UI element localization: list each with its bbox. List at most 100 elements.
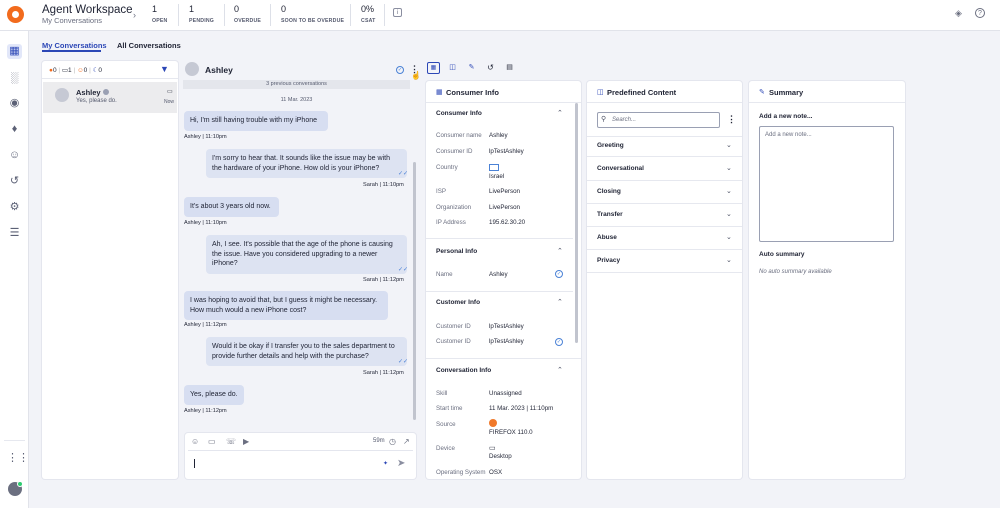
chevron-down-icon[interactable]: ⌄ — [726, 164, 732, 172]
message-bubble: I'm sorry to hear that. It sounds like t… — [206, 149, 407, 178]
consumer-info-widget-icon[interactable]: ▦ — [427, 62, 440, 74]
chat-avatar — [185, 62, 199, 76]
video-icon[interactable]: ▶ — [243, 437, 249, 446]
message-meta: Ashley | 11:12pm — [184, 408, 227, 414]
award-icon[interactable]: ◉ — [7, 96, 22, 111]
top-header: Agent Workspace My Conversations › 1 OPEN… — [0, 0, 1000, 31]
spellcheck-icon[interactable]: ✦ — [383, 460, 388, 467]
predefined-search-input[interactable]: ⚲ Search... — [597, 112, 720, 128]
tag-icon[interactable]: ♦ — [7, 122, 22, 137]
verified-icon: ✓ — [555, 338, 563, 346]
history-widget-icon[interactable]: ↺ — [484, 62, 497, 74]
analytics-icon[interactable]: ░ — [7, 71, 22, 86]
chevron-down-icon[interactable]: ⌄ — [726, 256, 732, 264]
chevron-down-icon[interactable]: ⌄ — [726, 233, 732, 241]
stat-open[interactable]: 1 OPEN — [152, 4, 168, 28]
collapse-icon[interactable]: ⌃ — [557, 298, 563, 306]
chevron-down-icon[interactable]: ⌄ — [726, 210, 732, 218]
collapse-icon[interactable]: ⌃ — [557, 247, 563, 255]
offline-icon — [103, 89, 109, 95]
sliders-icon[interactable]: ☰ — [7, 226, 22, 241]
user-circle-icon[interactable]: ☺ — [7, 148, 22, 163]
layers-icon[interactable]: ◈ — [953, 8, 964, 19]
info-scrollbar[interactable] — [575, 103, 578, 343]
send-icon[interactable]: ➤ — [397, 458, 405, 469]
verified-icon: ✓ — [396, 66, 404, 74]
phone-icon[interactable]: ☏ — [226, 437, 236, 446]
delivered-icon: ✓✓ — [398, 359, 409, 365]
stat-overdue[interactable]: 0 OVERDUE — [234, 4, 261, 28]
stat-csat[interactable]: 0% CSAT — [361, 4, 376, 28]
message-meta: Ashley | 11:10pm — [184, 220, 227, 226]
message-meta: Ashley | 11:12pm — [184, 322, 227, 328]
note-textarea[interactable]: Add a new note... — [759, 126, 894, 242]
delivered-icon: ✓✓ — [398, 171, 409, 177]
message-bubble: Yes, please do. — [184, 385, 244, 405]
message-bubble: Hi, I'm still having trouble with my iPh… — [184, 111, 328, 131]
message-meta: Sarah | 11:10pm — [363, 182, 404, 188]
previous-conversations-link[interactable]: 3 previous conversations — [183, 80, 410, 89]
collapse-icon[interactable]: ⌃ — [557, 109, 563, 117]
chevron-down-icon[interactable]: ⌄ — [726, 141, 732, 149]
message-bubble: I was hoping to avoid that, but I guess … — [184, 291, 388, 320]
message-bubble: It's about 3 years old now. — [184, 197, 279, 217]
consumer-info-icon: ▦ — [436, 89, 443, 96]
composer: ☺ ▭ ☏ ▶ 59m ◷ ↗ ✦ ➤ — [185, 433, 416, 479]
israel-flag-icon — [489, 164, 499, 171]
category-privacy[interactable]: Privacy — [597, 257, 620, 264]
left-rail: ▦ ░ ◉ ♦ ☺ ↺ ⚙ ☰ ⋮⋮ — [0, 31, 29, 508]
liveperson-logo — [7, 6, 24, 23]
consumer-info-panel: ▦ Consumer Info Consumer Info ⌃ Consumer… — [426, 81, 581, 479]
add-note-label: Add a new note... — [759, 113, 813, 120]
conversations-icon[interactable]: ▦ — [7, 44, 22, 59]
avatar[interactable] — [8, 481, 23, 496]
filter-counters[interactable]: ●0 | ▭1 | ☺0 | ☾0 — [49, 66, 102, 74]
list-item[interactable]: Ashley Yes, please do. ▭ Now — [43, 82, 177, 113]
conversation-list-panel: ●0 | ▭1 | ☺0 | ☾0 ▼ Ashley Yes, please d… — [42, 61, 178, 479]
predefined-content-widget-icon[interactable]: ◫ — [446, 62, 459, 74]
consumer-avatar — [55, 88, 69, 102]
app-title: Agent Workspace — [42, 4, 133, 16]
message-bubble: Ah, I see. It's possible that the age of… — [206, 235, 407, 274]
apps-grid-icon[interactable]: ⋮⋮ — [7, 451, 29, 466]
category-abuse[interactable]: Abuse — [597, 234, 617, 241]
summary-panel: ✎ Summary Add a new note... Add a new no… — [749, 81, 905, 479]
bot-icon[interactable]: ⚙ — [7, 200, 22, 215]
history-icon[interactable]: ↺ — [7, 174, 22, 189]
category-closing[interactable]: Closing — [597, 188, 621, 195]
info-icon[interactable]: i — [393, 8, 402, 17]
cursor-icon: ☝ — [411, 71, 421, 80]
app-subtitle: My Conversations — [42, 16, 103, 25]
emoji-icon[interactable]: ☺ — [191, 437, 199, 446]
category-conversational[interactable]: Conversational — [597, 165, 644, 172]
category-greeting[interactable]: Greeting — [597, 142, 624, 149]
message-icon: ▭ — [167, 89, 173, 95]
stat-pending[interactable]: 1 PENDING — [189, 4, 214, 28]
chevron-right-icon[interactable]: › — [133, 10, 136, 20]
canned-responses-icon[interactable]: ▭ — [208, 437, 216, 446]
tab-my-conversations[interactable]: My Conversations — [42, 41, 107, 50]
stat-soon-overdue[interactable]: 0 SOON TO BE OVERDUE — [281, 4, 344, 28]
chevron-down-icon[interactable]: ⌄ — [726, 187, 732, 195]
date-divider: 11 Mar. 2023 — [280, 97, 313, 103]
filter-icon[interactable]: ▼ — [160, 64, 169, 74]
panel-title: Consumer Info — [446, 88, 499, 97]
chat-scrollbar[interactable] — [413, 162, 416, 420]
message-input[interactable] — [188, 450, 413, 476]
message-meta: Ashley | 11:10pm — [184, 134, 227, 140]
message-meta: Sarah | 11:12pm — [363, 370, 404, 376]
expand-icon[interactable]: ↗ — [403, 437, 410, 446]
help-icon[interactable]: ? — [975, 8, 985, 18]
collapse-icon[interactable]: ⌃ — [557, 366, 563, 374]
delivered-icon: ✓✓ — [398, 267, 409, 273]
tab-all-conversations[interactable]: All Conversations — [117, 41, 181, 50]
message-meta: Sarah | 11:12pm — [363, 277, 404, 283]
message-bubble: Would it be okay if I transfer you to th… — [206, 337, 407, 366]
predefined-content-panel: ◫ Predefined Content ⚲ Search... ⋮ Greet… — [587, 81, 742, 479]
auto-summary-empty: No auto summary available — [759, 269, 832, 275]
more-options-icon[interactable]: ⋮ — [727, 114, 736, 125]
clock-icon[interactable]: ◷ — [389, 437, 396, 446]
summary-widget-icon[interactable]: ✎ — [465, 62, 478, 74]
category-transfer[interactable]: Transfer — [597, 211, 623, 218]
notes-widget-icon[interactable]: ▤ — [503, 62, 516, 74]
